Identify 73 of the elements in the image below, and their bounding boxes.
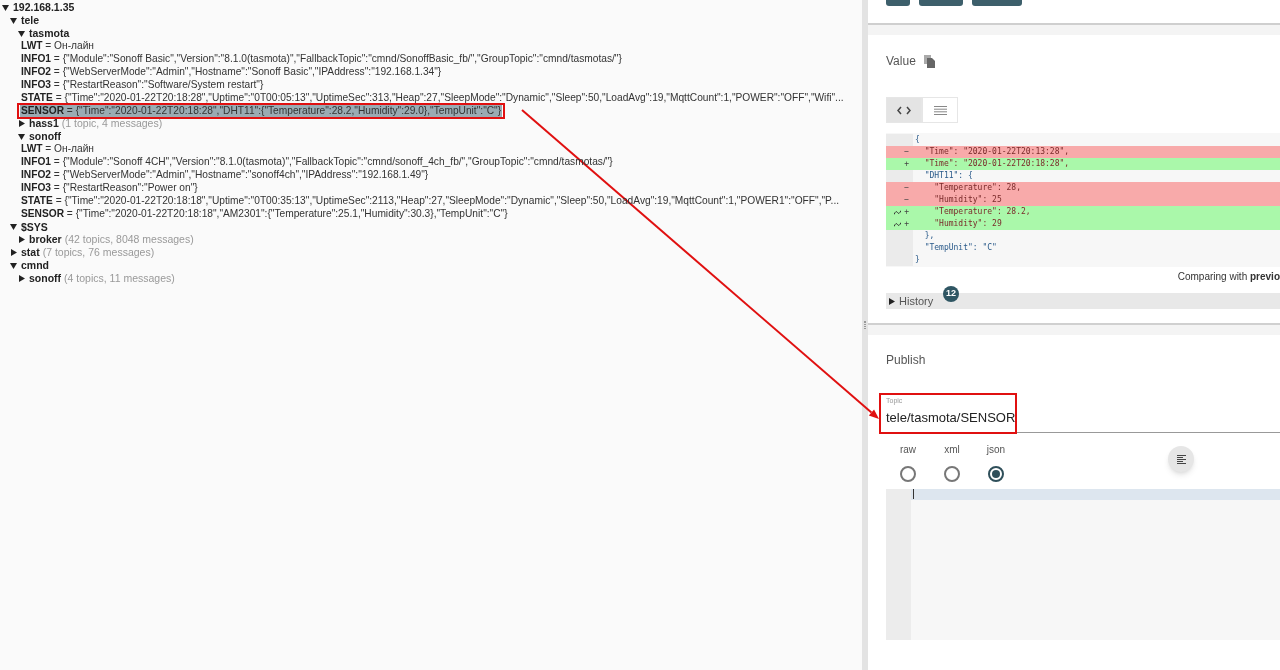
radio-button[interactable] (944, 466, 960, 482)
code-line: }, (923, 230, 935, 242)
code-line: "TempUnit": "C" (923, 242, 997, 254)
radio-button[interactable] (900, 466, 916, 482)
caret-icon[interactable] (10, 248, 17, 256)
caret-icon[interactable] (18, 274, 25, 282)
code-line: "DHT11": { (923, 170, 973, 182)
diff-marker: − (904, 146, 909, 158)
diff-marker: + (904, 206, 909, 218)
resize-handle[interactable] (864, 321, 866, 329)
topic-name[interactable]: tasmota (29, 27, 70, 40)
list-icon (933, 105, 947, 115)
topic-name[interactable]: stat (21, 246, 40, 259)
code-icon (897, 105, 911, 115)
code-line: "Humidity": 25 (933, 194, 1002, 206)
topic-value[interactable]: INFO1 = {"Module":"Sonoff Basic","Version":"8.1.0(tasmota)","FallbackTopic":"cmnd/SonoffBasic_fb/","GroupTopic":"cmnd/tasmotas/"} (20, 53, 623, 65)
topic-summary: (7 topics, 76 messages) (42, 246, 155, 259)
topic-value[interactable]: SENSOR = {"Time":"2020-01-22T20:18:18","AM2301":{"Temperature":25.1,"Humidity":30.3},"TempUnit":"C"} (20, 207, 509, 220)
diff-marker: + (904, 158, 909, 170)
topic-name[interactable]: sonoff (29, 130, 62, 143)
caret-icon[interactable] (10, 223, 17, 231)
code-line: "Time": "2020-01-22T20:18:28", (923, 158, 1070, 170)
topic-name[interactable]: broker (29, 233, 62, 246)
radio-button[interactable] (988, 466, 1004, 482)
copy-icon[interactable] (923, 54, 935, 68)
caret-icon[interactable] (18, 235, 25, 243)
text-cursor (913, 489, 914, 499)
topic-name[interactable]: 192.168.1.35 (13, 1, 75, 14)
topic-name[interactable]: hass1 (29, 117, 59, 130)
topic-value[interactable]: SENSOR = {"Time":"2020-01-22T20:18:28","DHT11":{"Temperature":28.2,"Humidity":29.0},"TempUnit":"C"} (20, 104, 503, 117)
section-title: Publish (886, 352, 927, 367)
comparison-note: Comparing with previo (1177, 270, 1280, 281)
topic-summary: (4 topics, 11 messages) (64, 272, 175, 285)
topic-field[interactable]: tele/tasmota/SENSOR (886, 407, 1280, 433)
section-title: Value (886, 53, 916, 70)
code-line: "Humidity": 29 (933, 218, 1002, 230)
radio-label: xml (944, 443, 960, 457)
code-line: "Temperature": 28, (933, 182, 1021, 194)
code-line: } (914, 254, 920, 266)
topic-summary: (1 topic, 4 messages) (61, 117, 163, 130)
code-view-button[interactable] (886, 97, 922, 123)
code-line: { (914, 134, 920, 146)
diff-marker: + (904, 218, 909, 230)
code-line: "Time": "2020-01-22T20:13:28", (923, 146, 1070, 158)
caret-icon[interactable] (18, 132, 25, 140)
caret-icon[interactable] (10, 261, 17, 269)
topic-value[interactable]: INFO2 = {"WebServerMode":"Admin","Hostname":"sonoff4ch","IPAddress":"192.168.1.49"} (20, 169, 430, 181)
topic-value[interactable]: LWT = Он-лайн (20, 143, 95, 156)
topic-name[interactable]: tele (21, 14, 40, 27)
format-button[interactable] (1168, 446, 1194, 472)
topic-value[interactable]: INFO3 = {"RestartReason":"Power on"} (20, 181, 199, 194)
caret-icon[interactable] (18, 29, 25, 37)
list-view-button[interactable] (922, 97, 958, 123)
topic-name[interactable]: cmnd (21, 259, 49, 272)
caret-icon[interactable] (18, 119, 25, 127)
history-label: History (899, 293, 934, 309)
topic-value[interactable]: STATE = {"Time":"2020-01-22T20:18:28","Uptime":"0T00:05:13","UptimeSec":313,"Heap":27,"SleepMode":"Dynamic","Sleep":50,"LoadAvg":19,"MqttCount":1,"POWER":"OFF","Wifi"... (20, 91, 845, 104)
diff-marker: − (904, 194, 909, 206)
radio-label: raw (899, 443, 917, 457)
caret-icon[interactable] (2, 3, 9, 11)
radio-label: json (986, 443, 1006, 457)
caret-icon[interactable] (888, 297, 895, 305)
code-line: "Temperature": 28.2, (933, 206, 1031, 218)
topic-name[interactable]: sonoff (29, 272, 62, 285)
caret-icon[interactable] (10, 16, 17, 24)
topic-name[interactable]: $SYS (21, 220, 48, 233)
topic-value[interactable]: LWT = Он-лайн (20, 40, 95, 53)
topic-value[interactable]: INFO2 = {"WebServerMode":"Admin","Hostname":"Sonoff Basic","IPAddress":"192.168.1.34"} (20, 65, 443, 78)
count-badge: 12 (943, 286, 959, 302)
topic-value[interactable]: INFO3 = {"RestartReason":"Software/System restart"} (20, 78, 265, 91)
align-left-icon (1176, 454, 1186, 464)
diff-marker: − (904, 182, 909, 194)
topic-summary: (42 topics, 8048 messages) (64, 233, 194, 246)
